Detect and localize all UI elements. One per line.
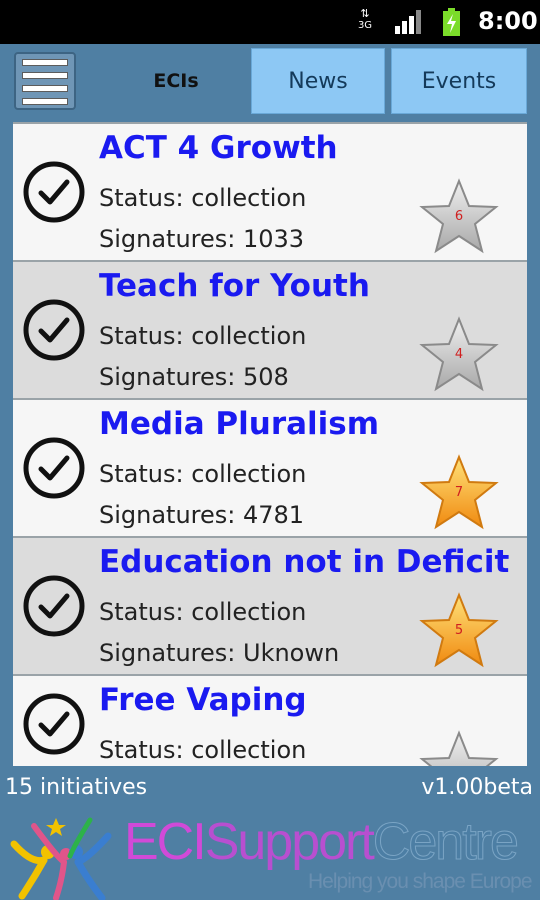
initiative-signatures: Signatures: 4781	[99, 501, 305, 529]
logo-wordmark: ECISupportCentre	[124, 813, 519, 871]
initiative-signatures: Signatures: 1033	[99, 225, 305, 253]
initiatives-list[interactable]: ACT 4 Growth Status: collection Signatur…	[13, 122, 527, 766]
list-item[interactable]: Media Pluralism Status: collection Signa…	[13, 398, 527, 536]
checkmark-icon	[23, 437, 85, 499]
initiative-title: ACT 4 Growth	[99, 130, 338, 166]
rating-number: 7	[454, 485, 464, 500]
clock: 8:00	[478, 7, 538, 35]
initiative-status: Status: collection	[99, 598, 307, 626]
initiative-status: Status: collection	[99, 460, 307, 488]
tab-ecis[interactable]: ECIs	[112, 48, 240, 114]
checkmark-icon	[23, 693, 85, 755]
checkmark-icon	[23, 161, 85, 223]
rating-number: 4	[454, 347, 464, 362]
initiative-title: Free Vaping	[99, 682, 307, 718]
list-item[interactable]: Teach for Youth Status: collection Signa…	[13, 260, 527, 398]
initiative-title: Education not in Deficit	[99, 544, 510, 580]
signal-icon	[395, 10, 421, 34]
eci-support-centre-logo: ECISupportCentre Helping you shape Europ…	[0, 808, 540, 900]
rating-number: 6	[454, 209, 464, 224]
initiative-title: Teach for Youth	[99, 268, 370, 304]
tab-bar: ECIs News Events	[0, 44, 540, 116]
initiative-status: Status: collection	[99, 322, 307, 350]
initiative-status: Status: collection	[99, 736, 307, 764]
battery-charging-icon	[443, 8, 460, 36]
checkmark-icon	[23, 575, 85, 637]
list-item[interactable]: Education not in Deficit Status: collect…	[13, 536, 527, 674]
rating-number: 5	[454, 623, 464, 638]
menu-icon	[22, 85, 68, 92]
initiative-title: Media Pluralism	[99, 406, 380, 442]
menu-icon	[22, 72, 68, 79]
menu-button[interactable]	[14, 52, 76, 110]
initiative-signatures: Signatures: 508	[99, 363, 289, 391]
network-3g-icon: ⇅ 3G	[357, 7, 373, 32]
list-item[interactable]: Free Vaping Status: collection	[13, 674, 527, 766]
tab-events[interactable]: Events	[391, 48, 527, 114]
initiative-status: Status: collection	[99, 184, 307, 212]
initiative-signatures: Signatures: Uknown	[99, 639, 340, 667]
menu-icon	[22, 98, 68, 105]
app-version: v1.00beta	[421, 775, 533, 800]
tab-news[interactable]: News	[251, 48, 385, 114]
logo-tagline: Helping you shape Europe	[308, 870, 533, 893]
star-icon[interactable]	[419, 730, 499, 766]
status-bar: ⇅ 3G 8:00	[0, 0, 540, 44]
list-item[interactable]: ACT 4 Growth Status: collection Signatur…	[13, 122, 527, 260]
people-figures-icon	[10, 817, 112, 900]
initiatives-count: 15 initiatives	[5, 775, 148, 800]
menu-icon	[22, 59, 68, 66]
checkmark-icon	[23, 299, 85, 361]
